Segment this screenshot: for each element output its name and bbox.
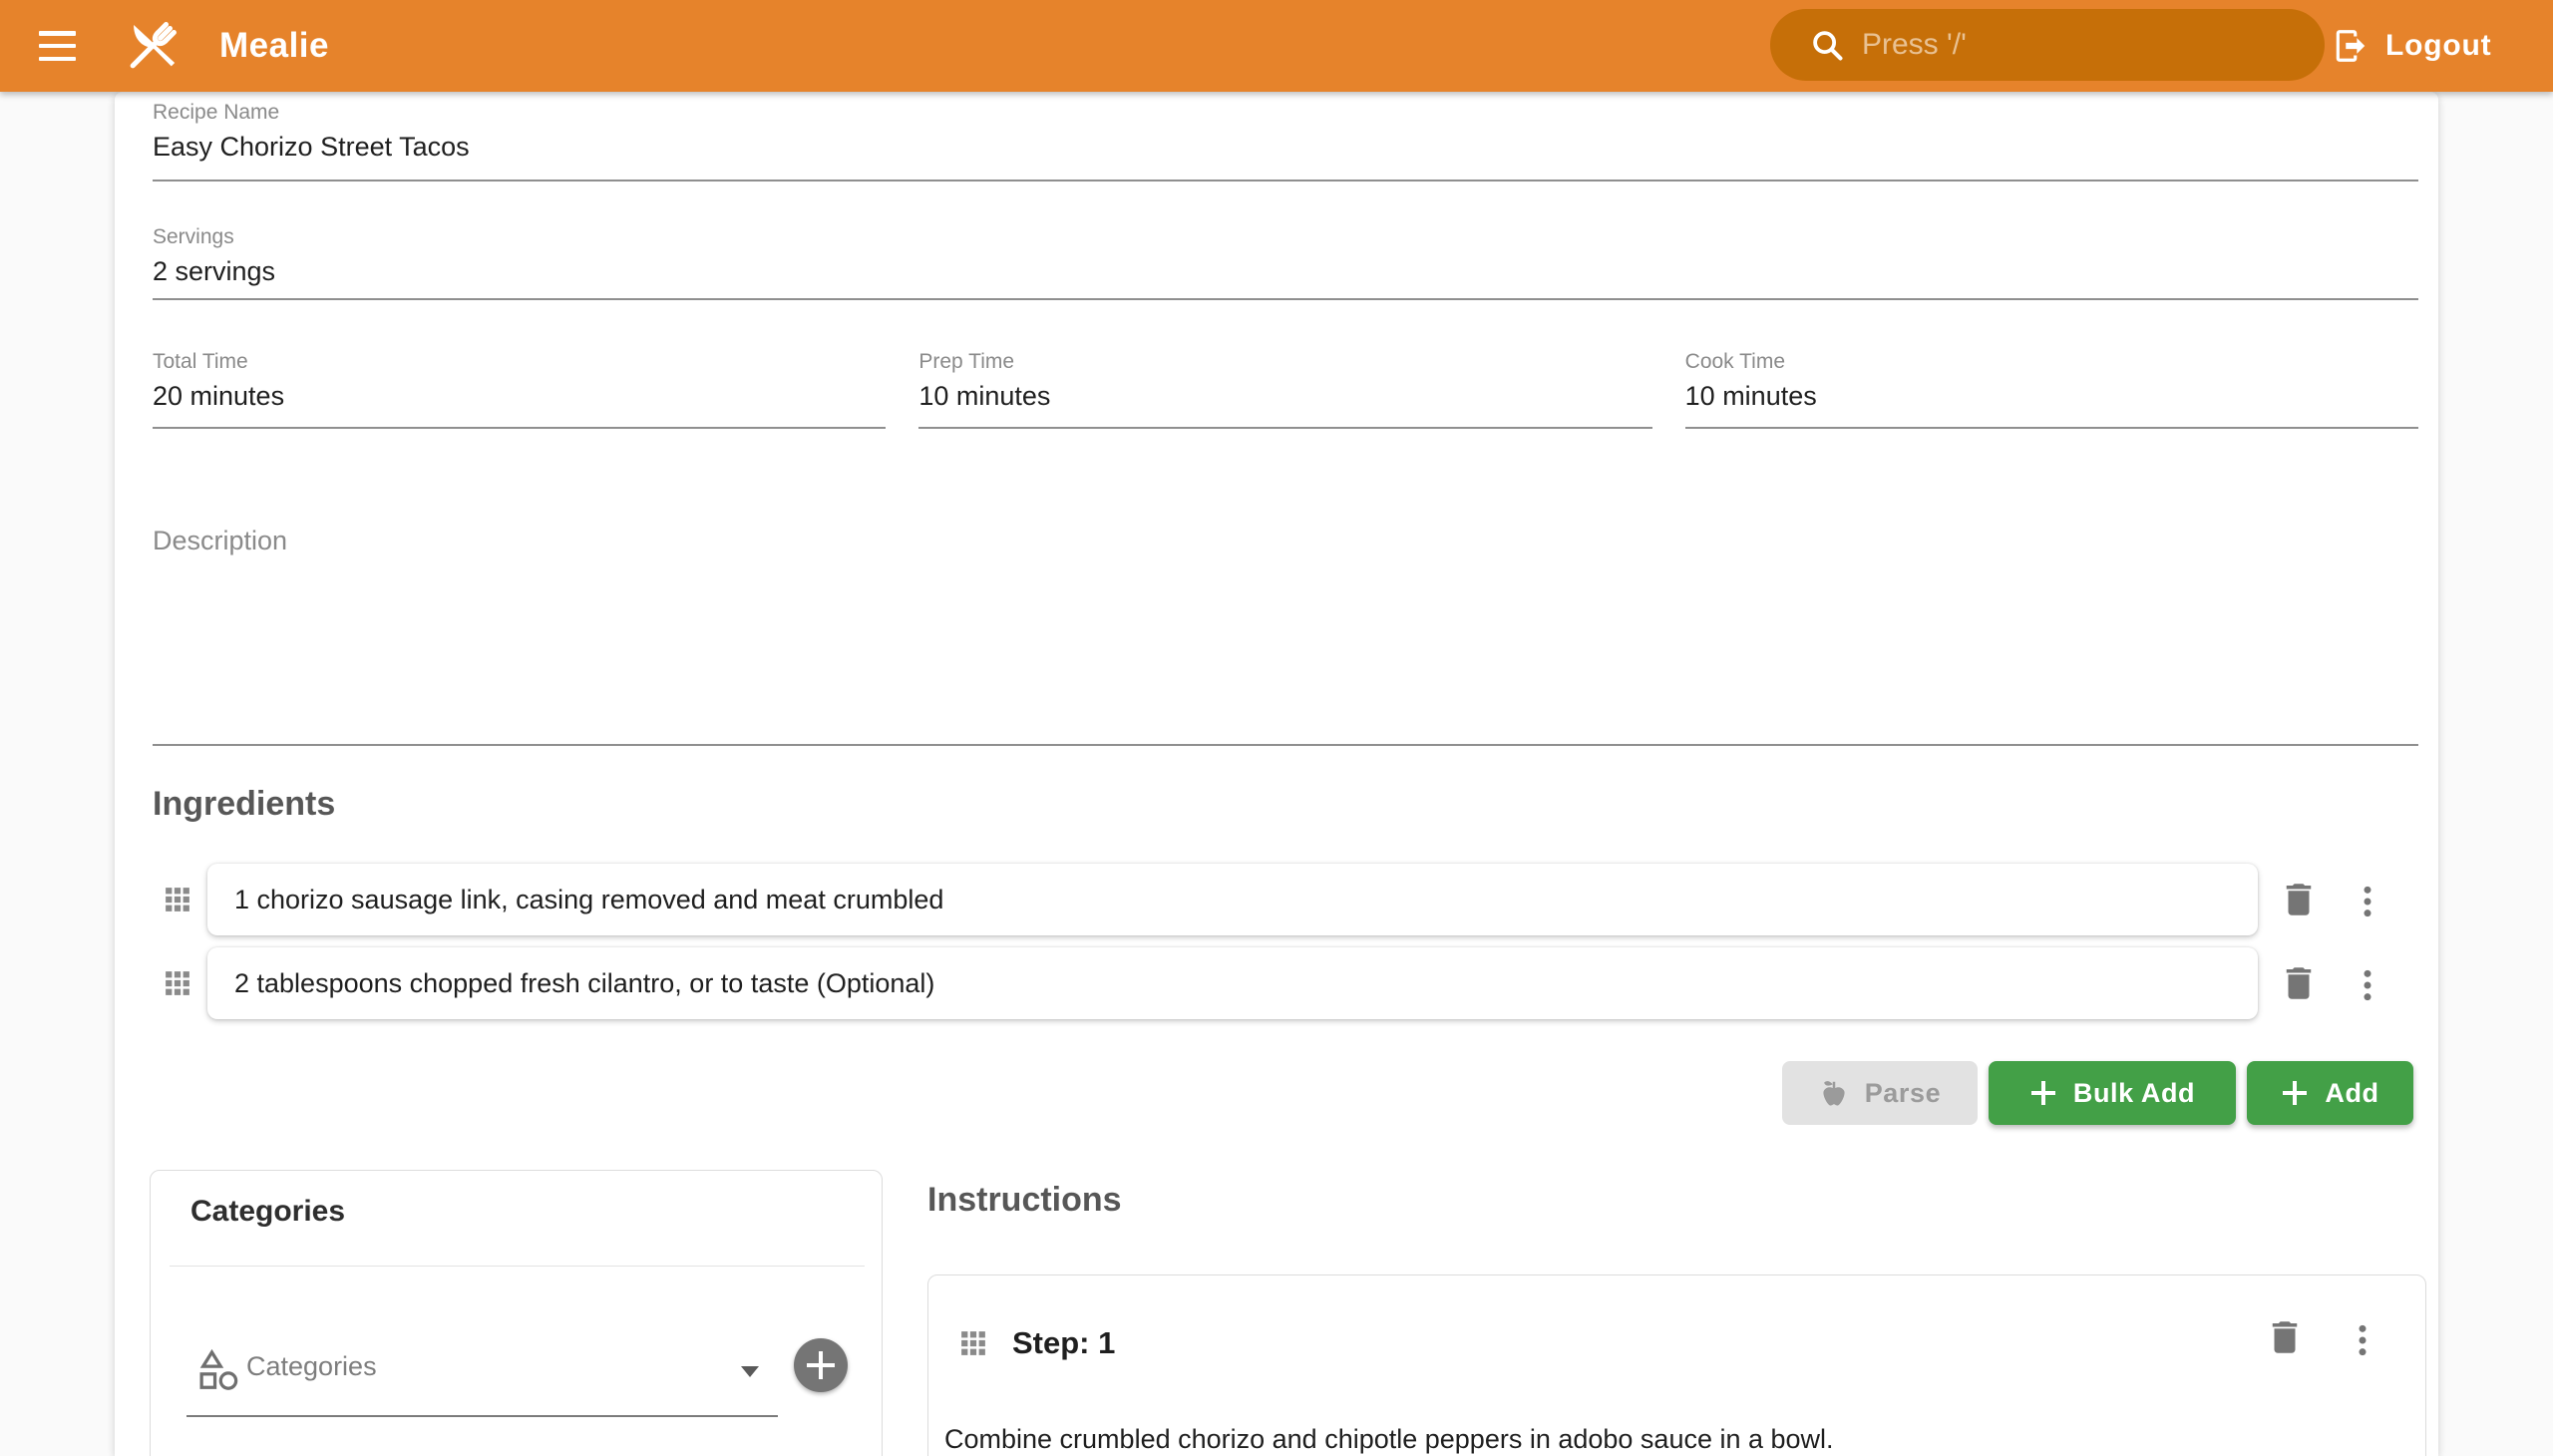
ingredient-row: 1 chorizo sausage link, casing removed a… [115,862,2438,937]
total-time-label: Total Time [153,349,886,375]
menu-icon[interactable] [39,31,76,61]
step-card: Step: 1 Combine crumbled chorizo and chi… [927,1274,2426,1456]
step-text-input[interactable]: Combine crumbled chorizo and chipotle pe… [944,1421,1834,1456]
trash-icon [2264,1316,2306,1358]
description-textarea[interactable]: Description [153,524,2418,746]
total-time-field[interactable]: Total Time 20 minutes [153,349,886,429]
add-label: Add [2325,1078,2378,1109]
ingredient-menu-button[interactable] [2346,963,2389,1007]
drag-handle-icon[interactable] [163,885,192,914]
servings-field[interactable]: Servings 2 servings [153,224,2418,300]
kebab-icon [2348,965,2387,1005]
add-category-button[interactable] [794,1338,848,1392]
step-title: Step: 1 [1012,1325,1115,1361]
bulk-add-button[interactable]: Bulk Add [1989,1061,2236,1125]
categories-select[interactable]: Categories [246,1352,377,1380]
search-icon [1808,26,1846,64]
recipe-name-label: Recipe Name [153,100,2418,126]
recipe-editor-page: Recipe Name Easy Chorizo Street Tacos Se… [0,92,2553,1456]
ingredient-row: 2 tablespoons chopped fresh cilantro, or… [115,945,2438,1021]
categories-card: Categories Categories [150,1170,883,1456]
logout-button[interactable]: Logout [2332,18,2491,74]
times-row: Total Time 20 minutes Prep Time 10 minut… [153,349,2418,429]
cook-time-value[interactable]: 10 minutes [1685,375,2418,417]
ingredient-actions: Parse Bulk Add Add [115,1061,2413,1125]
chevron-down-icon[interactable] [741,1366,759,1377]
plus-icon [2281,1079,2309,1107]
apple-icon [1819,1078,1849,1108]
search-bar[interactable] [1770,9,2325,81]
trash-icon [2278,962,2320,1004]
prep-time-label: Prep Time [918,349,1651,375]
ingredient-input[interactable]: 2 tablespoons chopped fresh cilantro, or… [207,947,2258,1019]
categories-title: Categories [190,1195,345,1229]
app-header: Mealie Logout [0,0,2553,92]
recipe-name-field[interactable]: Recipe Name Easy Chorizo Street Tacos [153,100,2418,182]
add-ingredient-button[interactable]: Add [2247,1061,2413,1125]
prep-time-field[interactable]: Prep Time 10 minutes [918,349,1651,429]
ingredient-text[interactable]: 1 chorizo sausage link, casing removed a… [207,885,943,915]
app-title: Mealie [219,26,329,66]
select-underline [186,1415,778,1417]
step-menu-button[interactable] [2341,1318,2384,1362]
plus-icon [2029,1079,2057,1107]
silverware-logo-icon [119,15,184,79]
shapes-icon [195,1347,241,1393]
delete-step-button[interactable] [2263,1315,2307,1359]
ingredient-menu-button[interactable] [2346,880,2389,923]
delete-ingredient-button[interactable] [2277,961,2321,1005]
parse-button[interactable]: Parse [1782,1061,1978,1125]
instructions-heading: Instructions [927,1180,1122,1220]
kebab-icon [2348,882,2387,921]
kebab-icon [2343,1320,2382,1360]
recipe-name-value[interactable]: Easy Chorizo Street Tacos [153,126,2418,168]
cook-time-label: Cook Time [1685,349,2418,375]
servings-label: Servings [153,224,2418,250]
total-time-value[interactable]: 20 minutes [153,375,886,417]
bulk-add-label: Bulk Add [2073,1078,2195,1109]
delete-ingredient-button[interactable] [2277,878,2321,921]
logout-label: Logout [2385,29,2491,63]
search-input[interactable] [1862,9,2325,81]
parse-label: Parse [1865,1078,1942,1109]
ingredient-text[interactable]: 2 tablespoons chopped fresh cilantro, or… [207,968,934,999]
cook-time-field[interactable]: Cook Time 10 minutes [1685,349,2418,429]
drag-handle-icon[interactable] [958,1328,988,1358]
prep-time-value[interactable]: 10 minutes [918,375,1651,417]
ingredient-input[interactable]: 1 chorizo sausage link, casing removed a… [207,864,2258,935]
ingredients-heading: Ingredients [153,784,335,824]
servings-value[interactable]: 2 servings [153,250,2418,292]
divider [170,1266,865,1267]
drag-handle-icon[interactable] [163,968,192,998]
recipe-editor-card: Recipe Name Easy Chorizo Street Tacos Se… [115,92,2438,1456]
description-label: Description [153,524,2418,557]
trash-icon [2278,879,2320,920]
logout-icon [2332,27,2370,65]
